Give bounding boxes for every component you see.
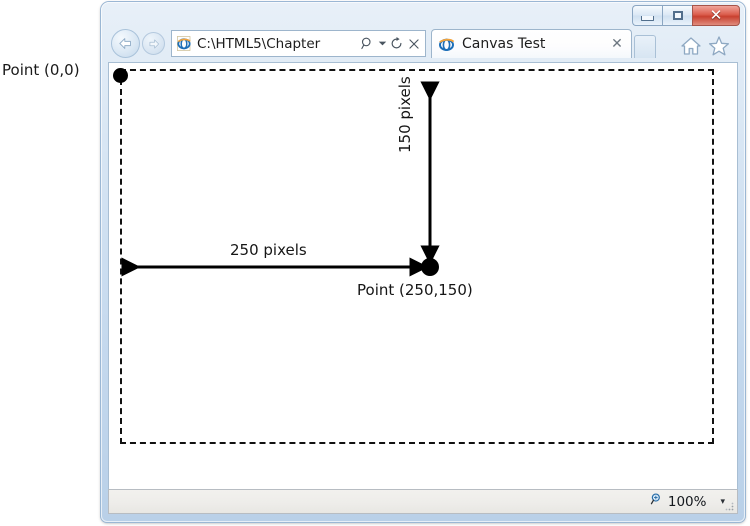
zoom-control[interactable]: 100% ▾ (650, 492, 729, 511)
horizontal-measure-label: 250 pixels (230, 241, 307, 259)
title-bar[interactable]: ✕ (101, 2, 745, 28)
tab-label: Canvas Test (462, 36, 546, 52)
back-button[interactable] (111, 29, 140, 58)
ie-logo-icon (175, 35, 192, 53)
minimize-icon (641, 15, 654, 21)
tab-strip: Canvas Test ✕ (431, 29, 741, 60)
close-icon: ✕ (709, 6, 723, 24)
arrow-right-icon (149, 39, 159, 48)
home-icon (681, 37, 701, 55)
arrow-left-icon (119, 38, 131, 49)
resize-grip-icon[interactable] (724, 501, 734, 511)
origin-point-label: Point (0,0) (2, 61, 80, 79)
home-button[interactable] (679, 34, 703, 58)
address-input[interactable]: C:\HTML5\Chapter (197, 36, 359, 52)
origin-point-marker (113, 68, 128, 83)
maximize-button[interactable] (662, 5, 692, 26)
page-content-area: 250 pixels 150 pixels Point (250,150) (108, 62, 738, 489)
new-tab-button[interactable] (634, 35, 656, 58)
stop-icon[interactable] (405, 33, 422, 55)
endpoint-point-marker (421, 258, 439, 276)
favorites-star-icon (708, 36, 730, 56)
maximize-icon (672, 11, 683, 20)
minimize-button[interactable] (632, 5, 662, 26)
endpoint-point-label: Point (250,150) (357, 281, 473, 299)
tab-canvas-test[interactable]: Canvas Test ✕ (431, 29, 632, 58)
window-controls: ✕ (632, 5, 740, 26)
refresh-icon[interactable] (388, 33, 405, 55)
ie-logo-icon (438, 35, 455, 53)
vertical-measure-label: 150 pixels (396, 76, 414, 153)
browser-window: ✕ C:\HTML5\Chapter Canvas Test ✕ 250 pix… (101, 2, 745, 522)
tab-close-icon[interactable]: ✕ (609, 36, 625, 52)
screenshot-root: Point (0,0) ✕ C:\HTML5\Chapter Canvas Te… (0, 0, 750, 526)
address-bar[interactable]: C:\HTML5\Chapter (171, 30, 426, 57)
favorites-button[interactable] (707, 34, 731, 58)
navigation-row: C:\HTML5\Chapter Canvas Test ✕ (101, 26, 745, 62)
chevron-down-icon[interactable] (376, 33, 388, 55)
zoom-level-label: 100% (667, 493, 707, 510)
close-window-button[interactable]: ✕ (692, 5, 740, 26)
zoom-magnifier-icon (650, 492, 664, 511)
canvas-element-outline (120, 69, 714, 444)
forward-button[interactable] (142, 32, 165, 55)
search-icon[interactable] (359, 33, 376, 55)
status-bar: 100% ▾ (108, 489, 738, 514)
